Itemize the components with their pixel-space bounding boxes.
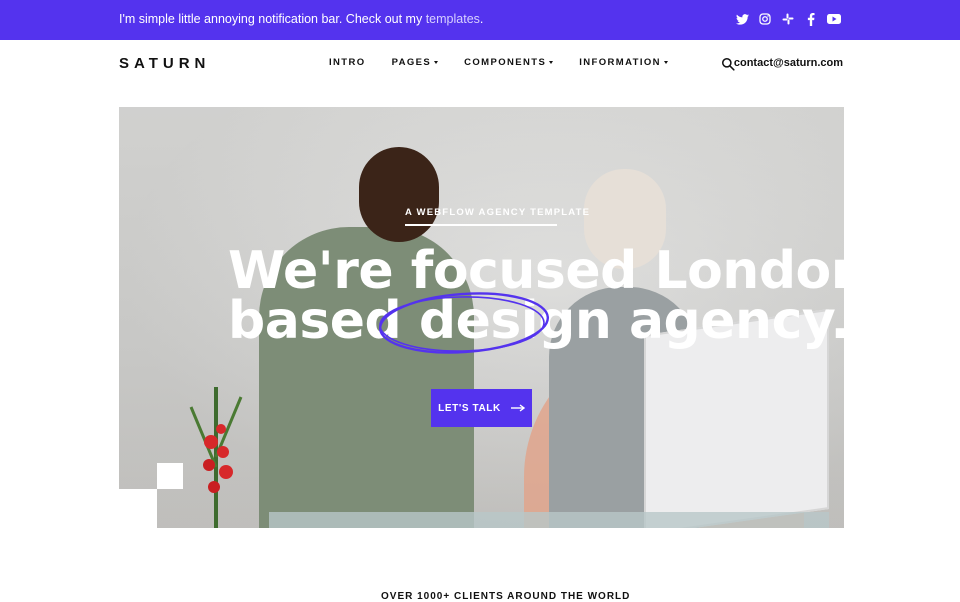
chevron-down-icon xyxy=(663,61,668,64)
twitter-icon[interactable] xyxy=(735,11,749,27)
hero-eyebrow-underline xyxy=(405,224,557,226)
nav-label: PAGES xyxy=(391,57,432,68)
hero-eyebrow: A WEBFLOW AGENCY TEMPLATE xyxy=(405,207,591,218)
notification-bar: I'm simple little annoying notification … xyxy=(0,0,960,40)
hero-plant xyxy=(189,387,243,528)
hero-scribble-circle xyxy=(378,292,550,354)
hero-desk xyxy=(269,512,829,528)
nav-label: INTRO xyxy=(329,57,366,68)
logo[interactable]: SATURN xyxy=(119,55,210,72)
templates-link[interactable]: templates xyxy=(426,12,480,26)
hero-headline-line1: We're focused London xyxy=(228,241,868,301)
chevron-down-icon xyxy=(549,61,554,64)
nav-item-components[interactable]: COMPONENTS xyxy=(464,57,554,68)
hero-person-left-head xyxy=(359,147,439,242)
hero-corner-square xyxy=(157,463,183,489)
nav-item-pages[interactable]: PAGES xyxy=(392,57,439,68)
slack-icon[interactable] xyxy=(781,11,795,27)
main-nav: INTRO PAGES COMPONENTS INFORMATION xyxy=(329,57,694,68)
cta-label: LET'S TALK xyxy=(438,402,501,414)
contact-email-link[interactable]: contact@saturn.com xyxy=(734,57,843,69)
nav-label: INFORMATION xyxy=(579,57,661,68)
instagram-icon[interactable] xyxy=(758,11,772,27)
chevron-down-icon xyxy=(434,61,439,64)
hero-corner-block xyxy=(119,489,157,528)
lets-talk-button[interactable]: LET'S TALK xyxy=(431,389,532,427)
nav-item-intro[interactable]: INTRO xyxy=(329,57,366,68)
clients-heading: OVER 1000+ CLIENTS AROUND THE WORLD xyxy=(381,591,631,602)
nav-label: COMPONENTS xyxy=(464,57,547,68)
notification-text: I'm simple little annoying notification … xyxy=(119,12,483,26)
arrow-right-icon xyxy=(510,404,525,412)
notification-suffix: . xyxy=(479,12,484,26)
facebook-icon[interactable] xyxy=(804,11,818,27)
youtube-icon[interactable] xyxy=(827,11,841,27)
nav-item-information[interactable]: INFORMATION xyxy=(579,57,668,68)
notification-message: I'm simple little annoying notification … xyxy=(119,12,426,26)
social-links xyxy=(735,11,841,27)
